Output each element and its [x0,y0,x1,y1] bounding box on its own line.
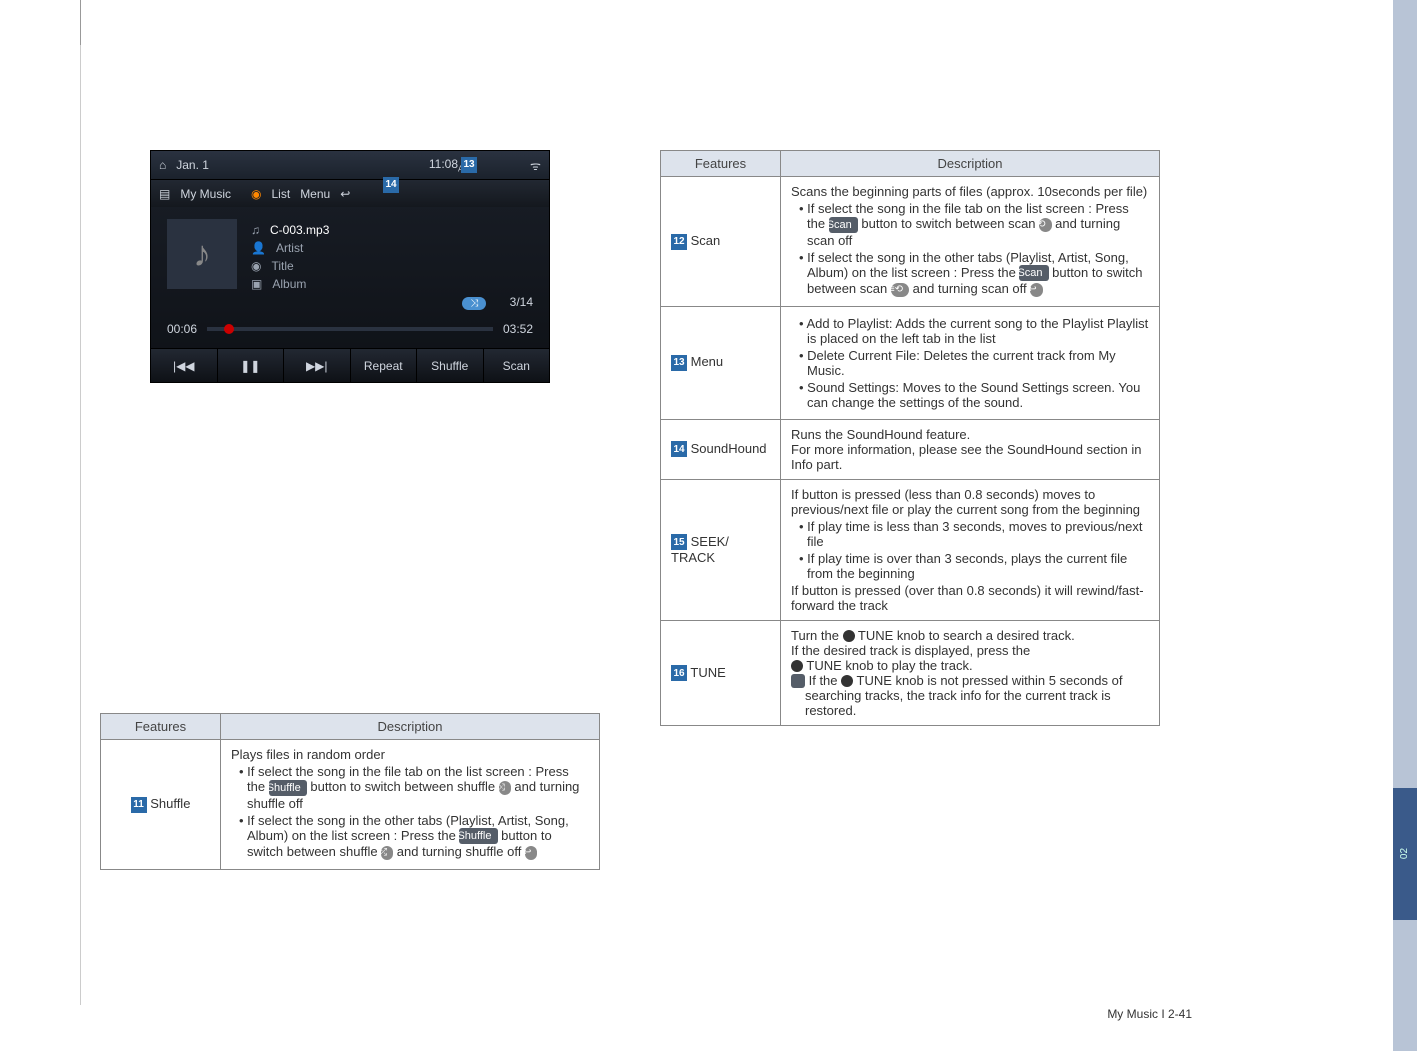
elapsed-time: 00:06 [167,322,197,336]
row-badge-15: 15 [671,534,687,550]
back-icon[interactable]: ↩ [340,187,350,201]
table-row: 12 Scan Scans the beginning parts of fil… [661,177,1160,307]
album-label: Album [272,277,306,291]
table-row: 15 SEEK/ TRACK If button is pressed (les… [661,479,1160,620]
scan-chip: Scan [1019,265,1048,281]
feature-name: Shuffle [150,796,190,811]
shuffle-button[interactable]: Shuffle [417,349,484,382]
page-footer: My Music I 2-41 [1107,1007,1192,1021]
scan-chip: Scan [829,217,858,233]
scan-alt-icon: ≡⟲ [891,283,909,297]
desc-line: Turn the TUNE knob to search a desired t… [791,628,1149,643]
total-time: 03:52 [503,322,533,336]
pause-button[interactable]: ❚❚ [218,349,285,382]
shuffle-chip: Shuffle [269,780,307,796]
section-tabs: 02 [1393,0,1417,1051]
desc-bullet: If play time is less than 3 seconds, mov… [799,519,1149,549]
th-description: Description [221,714,600,740]
th-features: Features [101,714,221,740]
home-icon: ⌂ [159,158,166,172]
feature-name: TUNE [690,665,725,680]
desc-lead: If button is pressed (over than 0.8 seco… [791,583,1149,613]
list-button[interactable]: List [272,187,291,201]
track-file: C-003.mp3 [270,223,329,237]
wifi-icon: ᯤ [530,157,541,174]
info-icon: i [791,674,805,688]
feature-name: Menu [691,354,724,369]
album-art: ♪ [167,219,237,289]
desc-bullet: Delete Current File: Deletes the current… [799,348,1149,378]
source-label: My Music [180,187,231,201]
tune-knob-icon [791,660,803,672]
menu-button[interactable]: Menu [300,187,330,201]
desc-bullet: Add to Playlist: Adds the current song t… [799,316,1149,346]
scan-off-icon: ↩ [1030,283,1042,297]
feature-name: Scan [691,233,721,248]
row-badge-12: 12 [671,234,687,250]
playlist-icon: ▤ [159,187,170,201]
person-icon: 👤 [251,241,266,255]
shuffle-on-icon: ⤨ [499,781,511,795]
tune-knob-icon [843,630,855,642]
th-description: Description [781,151,1160,177]
row-badge-14: 14 [671,441,687,457]
tune-knob-icon [841,675,853,687]
right-features-table: Features Description 12 Scan Scans the b… [660,150,1160,726]
shuffle-indicator: ⤨ [462,297,486,310]
desc-bullet: Sound Settings: Moves to the Sound Setti… [799,380,1149,410]
desc-bullet: If select the song in the other tabs (Pl… [799,250,1149,297]
table-row: 11 Shuffle Plays files in random order I… [101,740,600,870]
desc-lead: Plays files in random order [231,747,589,762]
callout-14: 14 [383,177,399,193]
row-badge-13: 13 [671,355,687,371]
desc-text: Runs the SoundHound feature. For more in… [781,419,1160,479]
row-badge-16: 16 [671,665,687,681]
desc-line: i If the TUNE knob is not pressed within… [791,673,1149,719]
th-features: Features [661,151,781,177]
track-index: 3/14 [510,295,533,309]
disc-icon: ◉ [251,259,261,273]
desc-bullet: If select the song in the file tab on th… [799,201,1149,248]
player-screenshot: ⌂ Jan. 1 11:08AM 14 13 ᯤ ▤ My Music ◉ Li… [150,150,550,383]
soundhound-icon[interactable]: ◉ [251,187,261,201]
shuffle-chip: Shuffle [459,828,497,844]
row-badge-11: 11 [131,797,147,813]
left-features-table: Features Description 11 Shuffle Plays fi… [100,713,600,870]
scan-button[interactable]: Scan [484,349,550,382]
desc-bullet: If play time is over than 3 seconds, pla… [799,551,1149,581]
side-tab-label: 02 [1400,848,1411,859]
desc-line: If the desired track is displayed, press… [791,643,1149,673]
note-icon: ♫ [251,223,260,237]
desc-bullet: If select the song in the file tab on th… [239,764,589,811]
desc-bullet: If select the song in the other tabs (Pl… [239,813,589,860]
feature-name: SoundHound [691,441,767,456]
title-label: Title [271,259,293,273]
artist-label: Artist [276,241,303,255]
table-row: 16 TUNE Turn the TUNE knob to search a d… [661,620,1160,726]
repeat-button[interactable]: Repeat [351,349,418,382]
shuffle-off-icon: ↩ [525,846,537,860]
progress-bar[interactable] [207,327,493,331]
next-button[interactable]: ▶▶| [284,349,351,382]
album-icon: ▣ [251,277,262,291]
shuffle-alt-icon: ⤮ [381,846,393,860]
desc-lead: If button is pressed (less than 0.8 seco… [791,487,1149,517]
desc-lead: Scans the beginning parts of files (appr… [791,184,1149,199]
table-row: 13 Menu Add to Playlist: Adds the curren… [661,306,1160,419]
table-row: 14 SoundHound Runs the SoundHound featur… [661,419,1160,479]
prev-button[interactable]: |◀◀ [151,349,218,382]
callout-13: 13 [461,157,477,173]
scan-on-icon: ⟲ [1039,218,1051,232]
status-date: Jan. 1 [176,158,209,172]
